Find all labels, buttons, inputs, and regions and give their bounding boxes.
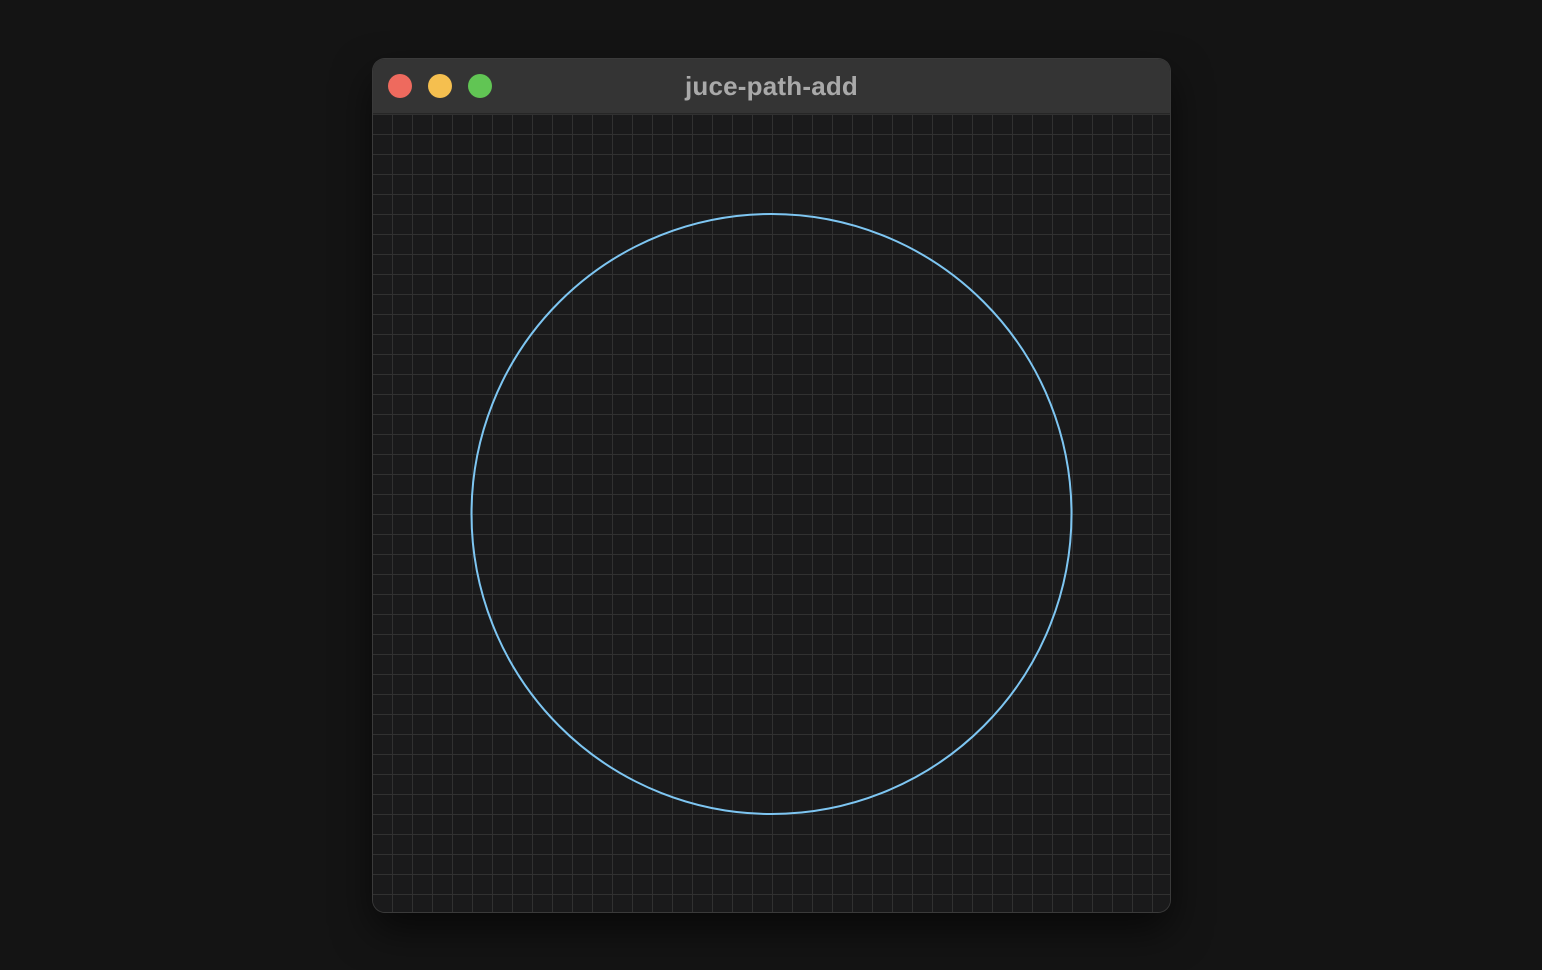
drawing-canvas[interactable]	[373, 114, 1170, 912]
circle-path	[470, 213, 1073, 815]
title-bar[interactable]: juce-path-add	[373, 59, 1170, 114]
app-window: juce-path-add	[373, 59, 1170, 912]
path-canvas-svg	[470, 213, 1073, 815]
window-title: juce-path-add	[684, 71, 859, 101]
